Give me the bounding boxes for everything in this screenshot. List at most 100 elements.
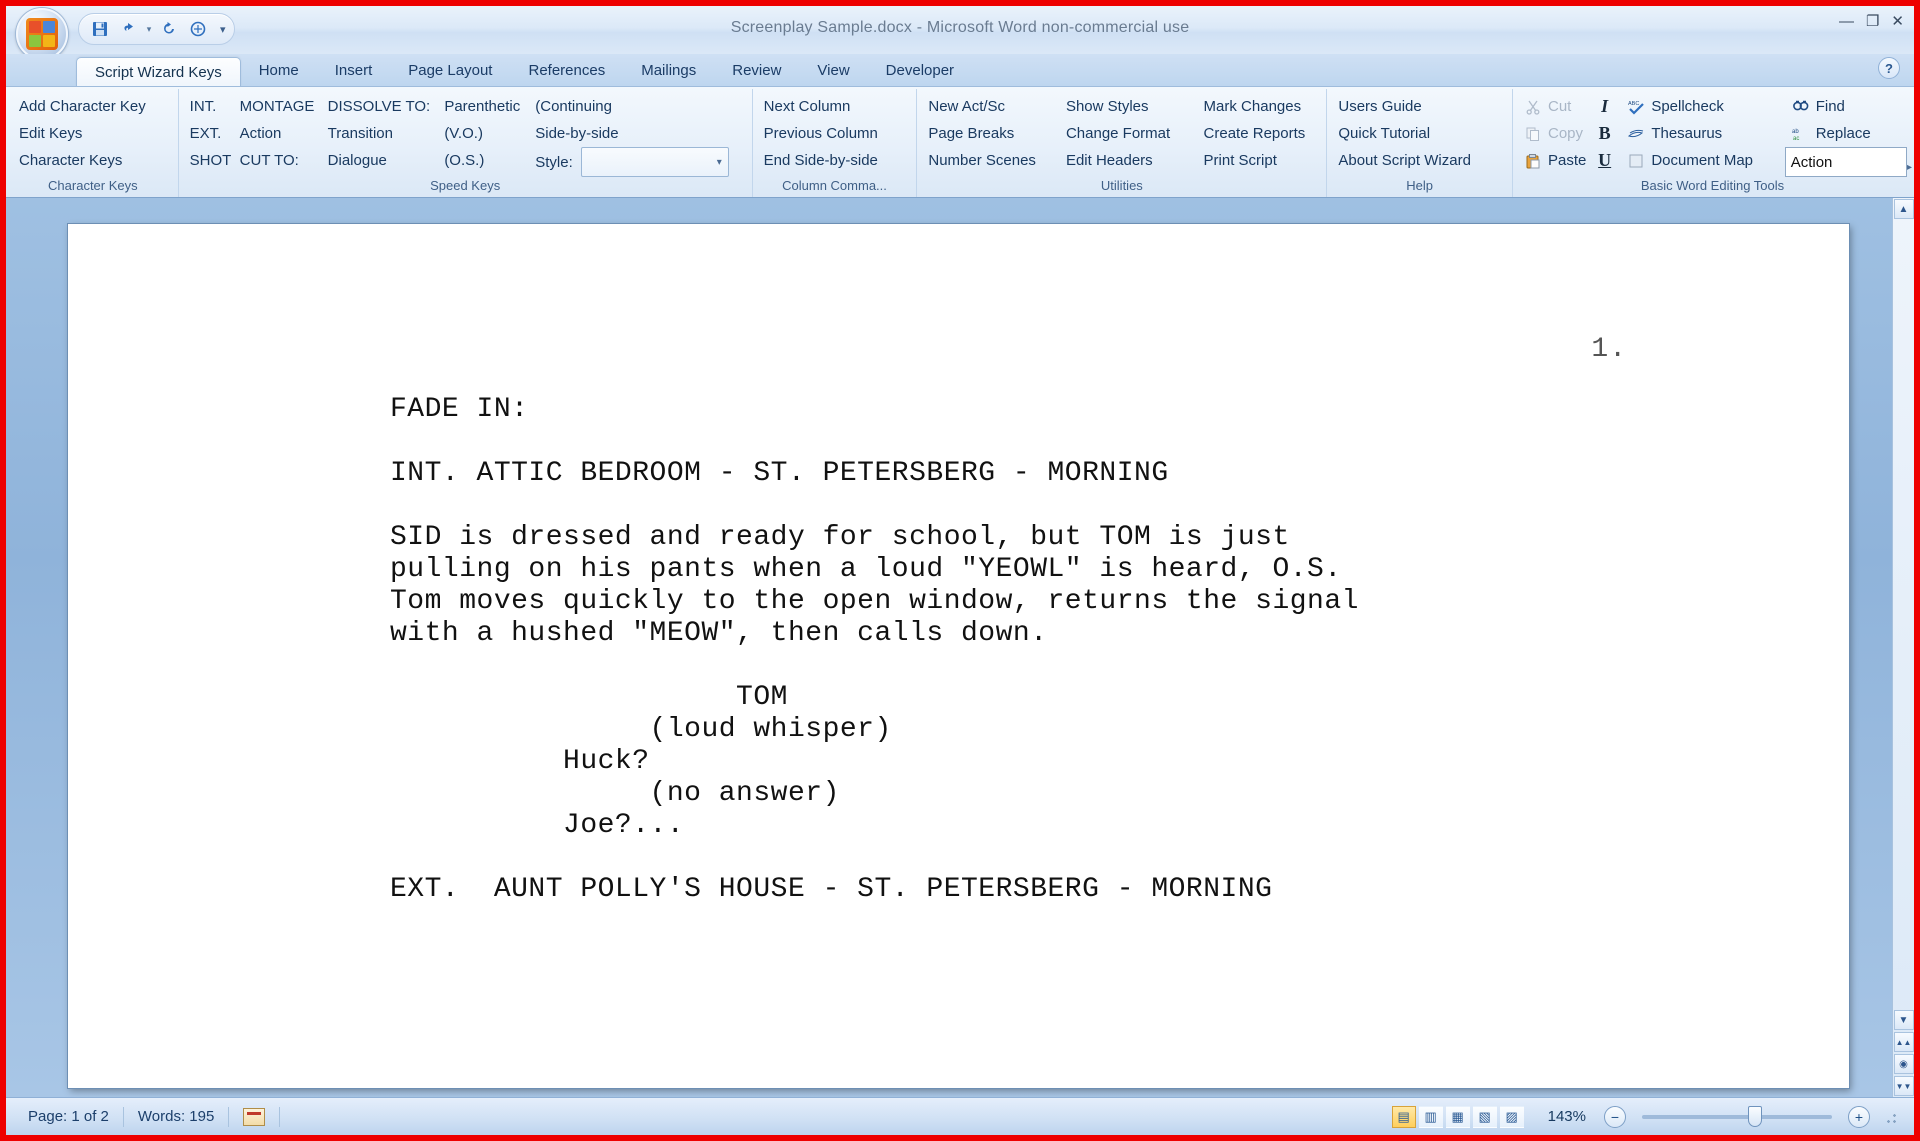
select-browse-object-button[interactable]: ◉	[1893, 1054, 1914, 1074]
document-map-button[interactable]: Document Map	[1620, 147, 1784, 174]
create-reports-button[interactable]: Create Reports	[1197, 120, 1323, 147]
find-button[interactable]: Find	[1785, 93, 1908, 120]
outline-view-button[interactable]: ▧	[1472, 1105, 1497, 1128]
paste-button[interactable]: Paste	[1517, 147, 1589, 174]
next-column-button[interactable]: Next Column	[757, 93, 885, 120]
quick-tutorial-button[interactable]: Quick Tutorial	[1331, 120, 1478, 147]
tab-script-wizard-keys[interactable]: Script Wizard Keys	[76, 57, 241, 87]
copy-label: Copy	[1548, 125, 1584, 142]
underline-button[interactable]: U	[1589, 147, 1620, 174]
thesaurus-label: Thesaurus	[1651, 125, 1723, 142]
copy-icon	[1524, 125, 1542, 143]
show-styles-button[interactable]: Show Styles	[1059, 93, 1197, 120]
ext-button[interactable]: EXT.	[183, 120, 233, 147]
close-button[interactable]: ✕	[1891, 14, 1904, 29]
group-label-character-keys: Character Keys	[48, 178, 138, 193]
word-application-window: ▾ ▾ Screenplay Sample.docx - Microsoft W…	[0, 0, 1920, 1141]
vertical-scrollbar[interactable]: ▲ ▼ ▲▲ ◉ ▼▼	[1892, 198, 1914, 1097]
mark-changes-button[interactable]: Mark Changes	[1197, 93, 1323, 120]
previous-page-button[interactable]: ▲▲	[1893, 1032, 1914, 1052]
scrollbar-track[interactable]	[1893, 220, 1914, 1009]
page-header-number: 1.	[1591, 334, 1627, 365]
users-guide-button[interactable]: Users Guide	[1331, 93, 1478, 120]
tab-insert[interactable]: Insert	[317, 56, 391, 86]
cut-to-button[interactable]: CUT TO:	[233, 147, 321, 174]
full-screen-reading-view-button[interactable]: ▥	[1418, 1105, 1443, 1128]
scroll-up-button[interactable]: ▲	[1893, 199, 1914, 219]
svg-text:ac: ac	[1793, 136, 1799, 142]
bold-button[interactable]: B	[1589, 120, 1620, 147]
tab-developer[interactable]: Developer	[868, 56, 972, 86]
proofing-errors-icon[interactable]	[243, 1107, 266, 1126]
parenthetic-button[interactable]: Parenthetic	[437, 93, 528, 120]
draft-view-button[interactable]: ▨	[1499, 1105, 1524, 1128]
word-count-indicator[interactable]: Words: 195	[124, 1108, 228, 1125]
edit-headers-button[interactable]: Edit Headers	[1059, 147, 1197, 174]
action-button[interactable]: Action	[233, 120, 321, 147]
spellcheck-label: Spellcheck	[1651, 98, 1724, 115]
paste-label: Paste	[1548, 152, 1587, 169]
ribbon-group-basic-word-editing-tools: Cut Copy Paste I B U ABC Spellcheck Thes…	[1512, 89, 1912, 197]
page-breaks-button[interactable]: Page Breaks	[921, 120, 1059, 147]
window-controls: — ❐ ✕	[1839, 14, 1904, 29]
off-screen-button[interactable]: (O.S.)	[437, 147, 528, 174]
document-page[interactable]: 1. FADE IN: INT. ATTIC BEDROOM - ST. PET…	[68, 224, 1849, 1088]
ribbon-group-utilities: New Act/Sc Page Breaks Number Scenes Sho…	[916, 89, 1326, 197]
group-label-column-commands: Column Comma...	[782, 178, 887, 193]
zoom-slider-thumb[interactable]	[1748, 1105, 1762, 1127]
copy-button[interactable]: Copy	[1517, 120, 1589, 147]
cut-label: Cut	[1548, 98, 1572, 115]
spellcheck-icon: ABC	[1627, 98, 1645, 116]
tab-view[interactable]: View	[799, 56, 867, 86]
scroll-down-button[interactable]: ▼	[1893, 1010, 1914, 1030]
tab-review[interactable]: Review	[714, 56, 799, 86]
minimize-button[interactable]: —	[1839, 14, 1854, 29]
thesaurus-button[interactable]: Thesaurus	[1620, 120, 1784, 147]
edit-keys-button[interactable]: Edit Keys	[12, 120, 153, 147]
shot-button[interactable]: SHOT	[183, 147, 233, 174]
new-act-scene-button[interactable]: New Act/Sc	[921, 93, 1059, 120]
italic-button[interactable]: I	[1589, 93, 1620, 120]
end-side-by-side-button[interactable]: End Side-by-side	[757, 147, 885, 174]
ribbon-tabs: Script Wizard Keys Home Insert Page Layo…	[6, 54, 1914, 87]
tab-references[interactable]: References	[510, 56, 623, 86]
page-indicator[interactable]: Page: 1 of 2	[14, 1108, 123, 1125]
ribbon-overflow-icon[interactable]: ▸	[1907, 162, 1912, 173]
side-by-side-button[interactable]: Side-by-side	[528, 120, 747, 147]
transition-button[interactable]: Transition	[321, 120, 438, 147]
about-script-wizard-button[interactable]: About Script Wizard	[1331, 147, 1478, 174]
voice-over-button[interactable]: (V.O.)	[437, 120, 528, 147]
dissolve-to-button[interactable]: DISSOLVE TO:	[321, 93, 438, 120]
tab-mailings[interactable]: Mailings	[623, 56, 714, 86]
zoom-level-label[interactable]: 143%	[1538, 1108, 1596, 1125]
screenplay-text[interactable]: FADE IN: INT. ATTIC BEDROOM - ST. PETERS…	[390, 394, 1359, 906]
montage-button[interactable]: MONTAGE	[233, 93, 321, 120]
spellcheck-button[interactable]: ABC Spellcheck	[1620, 93, 1784, 120]
character-keys-button[interactable]: Character Keys	[12, 147, 153, 174]
style-dropdown[interactable]: ▾	[580, 147, 729, 177]
print-layout-view-button[interactable]: ▤	[1391, 1105, 1416, 1128]
dialogue-button[interactable]: Dialogue	[321, 147, 438, 174]
restore-button[interactable]: ❐	[1866, 14, 1879, 29]
tab-home[interactable]: Home	[241, 56, 317, 86]
replace-button[interactable]: ab ac Replace	[1785, 120, 1908, 147]
int-button[interactable]: INT.	[183, 93, 233, 120]
web-layout-view-button[interactable]: ▦	[1445, 1105, 1470, 1128]
cut-button[interactable]: Cut	[1517, 93, 1589, 120]
tab-page-layout[interactable]: Page Layout	[390, 56, 510, 86]
print-script-button[interactable]: Print Script	[1197, 147, 1323, 174]
previous-column-button[interactable]: Previous Column	[757, 120, 885, 147]
number-scenes-button[interactable]: Number Scenes	[921, 147, 1059, 174]
zoom-slider[interactable]	[1642, 1105, 1832, 1127]
help-icon[interactable]: ?	[1878, 57, 1900, 79]
change-format-button[interactable]: Change Format	[1059, 120, 1197, 147]
resize-grip-icon[interactable]	[1884, 1108, 1900, 1125]
action-text-field[interactable]: Action	[1784, 147, 1907, 177]
add-character-key-button[interactable]: Add Character Key	[12, 93, 153, 120]
continuing-button[interactable]: (Continuing	[528, 93, 747, 120]
zoom-out-button[interactable]: −	[1604, 1105, 1626, 1128]
next-page-button[interactable]: ▼▼	[1893, 1076, 1914, 1096]
svg-text:ab: ab	[1792, 129, 1799, 135]
thesaurus-icon	[1627, 125, 1645, 143]
zoom-in-button[interactable]: +	[1848, 1105, 1870, 1128]
